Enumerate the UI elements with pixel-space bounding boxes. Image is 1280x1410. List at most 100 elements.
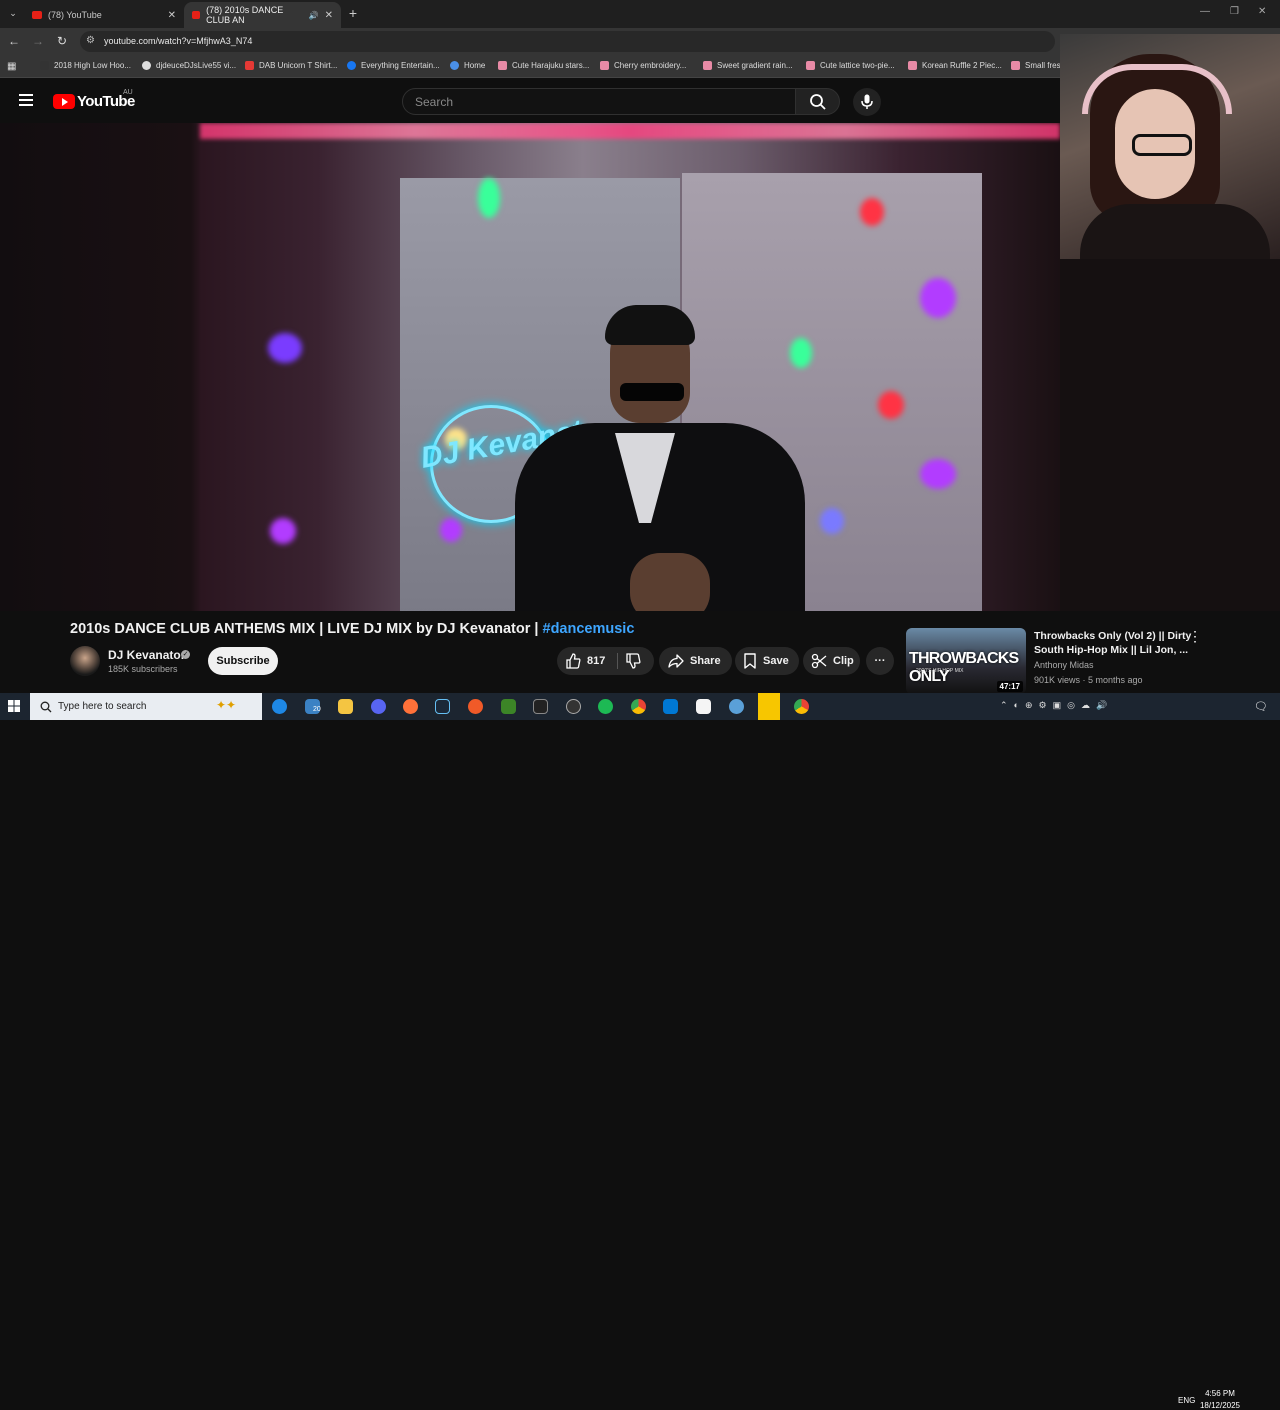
dislike-button[interactable] — [625, 653, 647, 672]
chrome-active-icon[interactable] — [794, 699, 809, 714]
share-button[interactable]: Share — [659, 647, 732, 675]
origin-icon[interactable] — [468, 699, 483, 714]
disco-light — [920, 278, 956, 318]
search-input[interactable]: Search — [402, 88, 796, 115]
hashtag-link[interactable]: #dancemusic — [543, 621, 635, 637]
browser-tab-strip: ⌄ (78) YouTube ✕ (78) 2010s DANCE CLUB A… — [0, 0, 1280, 28]
maximize-icon[interactable]: ❐ — [1230, 6, 1239, 17]
like-count: 817 — [587, 655, 606, 667]
back-icon[interactable]: ← — [6, 34, 22, 48]
windows-start-icon[interactable] — [8, 700, 20, 712]
language-indicator[interactable]: ENG — [1178, 1396, 1195, 1405]
reload-icon[interactable]: ↻ — [54, 34, 70, 48]
subscriber-count: 185K subscribers — [108, 664, 178, 674]
bookmark-item[interactable]: Sweet gradient rain... — [703, 61, 793, 70]
close-window-icon[interactable]: ✕ — [1258, 6, 1266, 17]
related-video-title[interactable]: Throwbacks Only (Vol 2) || Dirty South H… — [1034, 629, 1194, 657]
notifications-icon[interactable]: 🗨 — [1254, 700, 1268, 713]
bookmark-item[interactable]: Everything Entertain... — [347, 61, 440, 70]
discord-icon[interactable] — [371, 699, 386, 714]
more-vertical-icon[interactable]: ⋮ — [1188, 629, 1202, 643]
clock-date[interactable]: 18/12/2025 — [1196, 1401, 1244, 1410]
system-tray-icons[interactable]: ⌃◐⊕⚙▣◎☁🔊 — [1000, 700, 1113, 711]
search-icon — [40, 701, 52, 713]
related-video-thumbnail[interactable]: THROWBACKS ONLY 2000'S HIP HOP MIX 47:17 — [906, 628, 1026, 694]
tab-search-icon[interactable]: ⌄ — [6, 6, 20, 20]
hamburger-menu-icon[interactable] — [19, 94, 33, 106]
led-strip — [200, 123, 1060, 139]
hand — [630, 553, 710, 611]
tab-youtube-home[interactable]: (78) YouTube ✕ — [24, 2, 184, 28]
country-code: AU — [123, 89, 133, 96]
share-icon — [668, 654, 684, 668]
taskbar-search-input[interactable]: Type here to search ✦✦ — [30, 693, 262, 720]
firefox-icon[interactable] — [403, 699, 418, 714]
bookmark-item[interactable]: Home — [450, 61, 485, 70]
new-tab-button[interactable]: + — [346, 5, 360, 21]
url-text[interactable]: youtube.com/watch?v=MfjhwA3_N74 — [104, 36, 252, 46]
bookmark-item[interactable]: Korean Ruffle 2 Piec... — [908, 61, 1002, 70]
voice-search-button[interactable] — [853, 88, 881, 116]
channel-avatar[interactable] — [70, 646, 100, 676]
bookmark-item[interactable]: 2018 High Low Hoo... — [40, 61, 131, 70]
obs-icon[interactable] — [566, 699, 581, 714]
minecraft-icon[interactable] — [501, 699, 516, 714]
youtube-favicon-icon — [32, 11, 42, 19]
windows-taskbar: Type here to search ✦✦ 20 ⌃◐⊕⚙▣◎☁🔊 ENG 4… — [0, 693, 1280, 1410]
audio-playing-icon[interactable]: 🔊 — [309, 11, 319, 20]
close-icon[interactable]: ✕ — [168, 10, 176, 21]
spotify-icon[interactable] — [598, 699, 613, 714]
thumbs-up-icon — [566, 653, 581, 669]
dj-performer — [495, 305, 805, 611]
more-horizontal-icon: ··· — [874, 655, 886, 667]
sunglasses — [620, 383, 684, 401]
clip-button[interactable]: Clip — [803, 647, 860, 675]
clock-time[interactable]: 4:56 PM — [1200, 1389, 1240, 1398]
forward-icon[interactable]: → — [30, 34, 46, 48]
channel-name[interactable]: DJ Kevanator — [108, 648, 185, 662]
epic-games-icon[interactable] — [533, 699, 548, 714]
bookmark-item[interactable]: Cute lattice two-pie... — [806, 61, 895, 70]
mail-icon[interactable]: 20 — [305, 699, 321, 714]
glasses — [1132, 134, 1192, 156]
chrome-icon[interactable] — [631, 699, 646, 714]
related-video-channel[interactable]: Anthony Midas — [1034, 660, 1094, 670]
edge-icon[interactable] — [272, 699, 287, 714]
search-icon — [810, 94, 826, 110]
more-actions-button[interactable]: ··· — [866, 647, 894, 675]
outlook-icon[interactable] — [663, 699, 678, 714]
address-bar[interactable]: ⚙ youtube.com/watch?v=MfjhwA3_N74 — [80, 31, 1055, 52]
like-button[interactable]: 817 — [565, 653, 605, 669]
disco-light — [860, 198, 884, 226]
verified-badge-icon: ✓ — [181, 650, 190, 659]
minimize-icon[interactable]: — — [1200, 6, 1210, 17]
file-explorer-icon[interactable] — [338, 699, 353, 714]
bookmark-item[interactable]: Cute Harajuku stars... — [498, 61, 589, 70]
youtube-play-icon — [53, 94, 75, 109]
sticky-notes-icon[interactable] — [758, 693, 780, 720]
bookmark-item[interactable]: djdeuceDJsLive55 vi... — [142, 61, 236, 70]
share-label: Share — [690, 655, 721, 667]
save-button[interactable]: Save — [735, 647, 799, 675]
site-info-icon[interactable]: ⚙ — [86, 35, 95, 46]
subscribe-button[interactable]: Subscribe — [208, 647, 278, 675]
steam-icon[interactable] — [435, 699, 450, 714]
app-icon[interactable] — [696, 699, 711, 714]
disco-light — [820, 508, 844, 534]
video-title-text: 2010s DANCE CLUB ANTHEMS MIX | LIVE DJ M… — [70, 621, 539, 637]
bookmark-item[interactable]: Cherry embroidery... — [600, 61, 686, 70]
tab-current-video[interactable]: (78) 2010s DANCE CLUB AN 🔊 ✕ — [184, 2, 341, 28]
video-player[interactable]: DJ Kevanat — [0, 123, 1060, 611]
apps-grid-icon[interactable]: ▦ — [7, 61, 16, 72]
mail-badge: 20 — [313, 706, 321, 713]
bookmark-item[interactable]: DAB Unicorn T Shirt... — [245, 61, 337, 70]
search-button[interactable] — [795, 88, 840, 115]
streamer-shoulders — [1080, 204, 1270, 259]
video-duration: 47:17 — [996, 681, 1023, 692]
close-icon[interactable]: ✕ — [325, 10, 333, 21]
disco-light — [440, 518, 462, 542]
search-placeholder: Search — [415, 95, 454, 109]
disco-light — [268, 333, 302, 363]
bookmark-item[interactable]: Small fres — [1011, 61, 1061, 70]
app-icon[interactable] — [729, 699, 744, 714]
